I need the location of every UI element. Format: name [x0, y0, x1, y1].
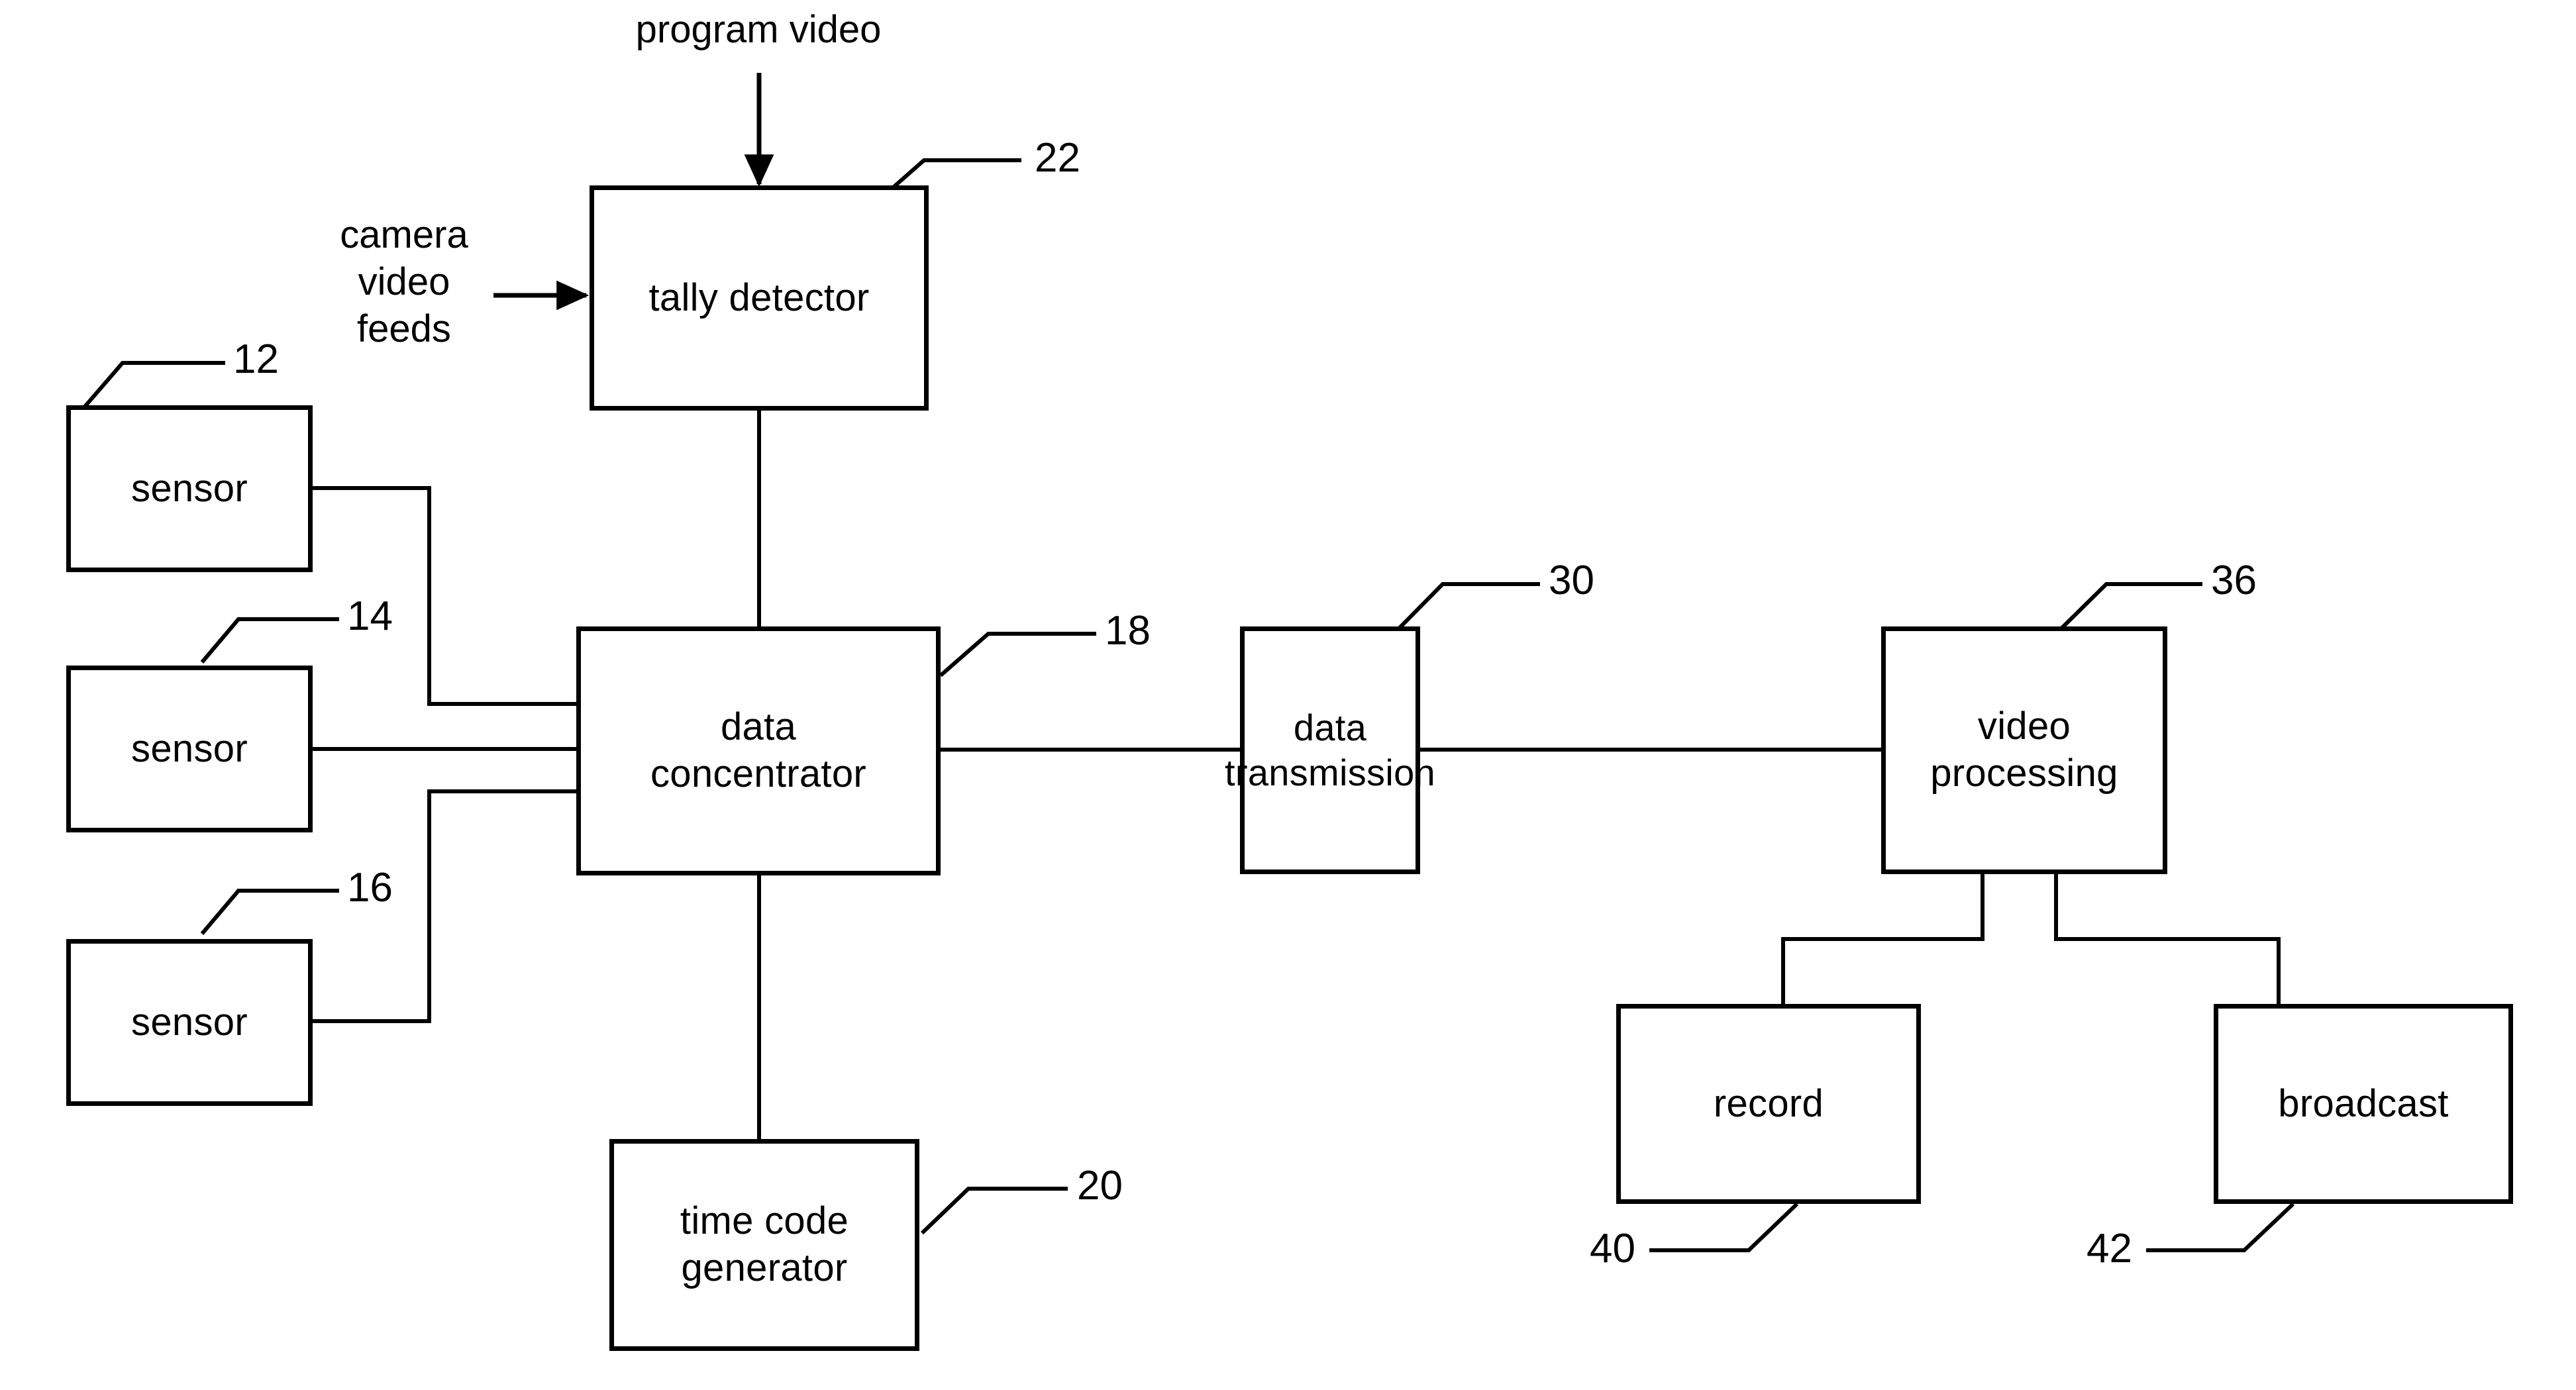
block-sensor-14[interactable]: sensor — [66, 666, 313, 832]
wire-videoproc-to-broadcast — [2054, 874, 2281, 1005]
leader-14 — [200, 617, 339, 664]
block-sensor-12[interactable]: sensor — [66, 405, 313, 572]
wire-videoproc-to-record — [1781, 874, 1984, 1005]
ref-numeral-20: 20 — [1077, 1163, 1123, 1209]
ref-numeral-30: 30 — [1549, 558, 1594, 603]
camera-video-feeds-label: camera video feeds — [340, 213, 468, 350]
ref-numeral-36: 36 — [2211, 558, 2257, 603]
ref-numeral-14: 14 — [347, 593, 393, 639]
leader-12 — [83, 361, 225, 408]
leader-16 — [200, 889, 339, 935]
ref-numeral-12: 12 — [233, 336, 279, 382]
ref-numeral-18: 18 — [1105, 608, 1151, 654]
block-record-label: record — [1713, 1081, 1824, 1125]
ref-numeral-40: 40 — [1590, 1226, 1635, 1271]
block-sensor-16[interactable]: sensor — [66, 939, 313, 1106]
ref-numeral-22: 22 — [1035, 135, 1080, 181]
patent-figure: program video camera video feeds tally d… — [0, 0, 2576, 1390]
block-record[interactable]: record — [1616, 1004, 1921, 1204]
leader-40 — [1649, 1202, 1799, 1252]
block-data-concentrator-label: data concentrator — [650, 705, 866, 795]
block-broadcast-label: broadcast — [2278, 1081, 2449, 1125]
ref-numeral-42: 42 — [2087, 1226, 2132, 1271]
block-data-transmission-label: data transmission — [1225, 706, 1435, 793]
block-sensor-16-label: sensor — [131, 1000, 248, 1044]
leader-42 — [2146, 1202, 2295, 1252]
block-data-transmission[interactable]: data transmission — [1225, 626, 1435, 874]
leader-20 — [920, 1187, 1068, 1235]
block-sensor-14-label: sensor — [131, 726, 248, 770]
block-video-processing-label: video processing — [1930, 705, 2118, 795]
block-video-processing[interactable]: video processing — [1881, 626, 2167, 874]
block-data-concentrator[interactable]: data concentrator — [576, 626, 941, 875]
ref-numeral-16: 16 — [347, 865, 393, 911]
program-video-label: program video — [635, 8, 882, 51]
leader-36 — [2060, 582, 2202, 630]
block-broadcast[interactable]: broadcast — [2214, 1004, 2513, 1204]
block-tally-detector-label: tally detector — [648, 275, 870, 319]
block-time-code-generator[interactable]: time code generator — [609, 1139, 919, 1351]
block-time-code-generator-label: time code generator — [680, 1199, 849, 1289]
leader-30 — [1398, 582, 1540, 630]
block-tally-detector[interactable]: tally detector — [590, 185, 929, 411]
block-sensor-12-label: sensor — [131, 466, 248, 510]
leader-18 — [939, 632, 1096, 677]
